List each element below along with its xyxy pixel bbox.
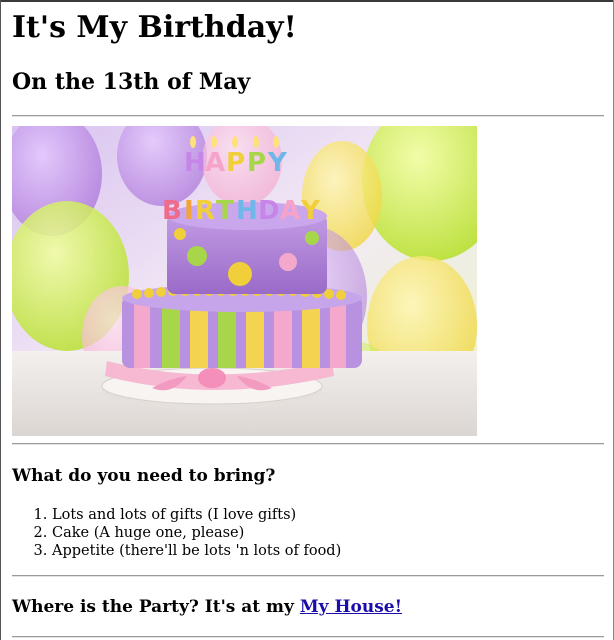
candle-letter-h: H: [184, 148, 206, 178]
divider: [12, 636, 604, 638]
candle-letter-h2: H: [236, 196, 258, 226]
birthday-cake-image: H A P P Y B I R T H D A Y: [12, 126, 477, 436]
candle-letter-t: T: [216, 196, 234, 226]
candle-letter-i: I: [184, 196, 194, 226]
location-heading: Where is the Party? It's at my My House!: [12, 597, 402, 617]
birthday-cake-illustration: H A P P Y B I R T H D A Y: [12, 126, 477, 436]
divider: [12, 443, 604, 445]
candle-letter-b: B: [162, 196, 182, 226]
page-subtitle: On the 13th of May: [12, 69, 251, 95]
divider: [12, 115, 604, 117]
candle-letter-y2: Y: [300, 196, 321, 226]
page-title: It's My Birthday!: [12, 10, 297, 45]
list-item: Lots and lots of gifts (I love gifts): [52, 506, 341, 524]
candle-letter-d: D: [258, 196, 280, 226]
window-top-edge: [0, 0, 614, 2]
divider: [12, 575, 604, 577]
location-heading-text: Where is the Party? It's at my: [12, 597, 300, 617]
list-item: Appetite (there'll be lots 'n lots of fo…: [52, 542, 341, 560]
candle-letter-y: Y: [267, 148, 288, 178]
candle-letter-r: R: [195, 196, 215, 226]
bring-heading: What do you need to bring?: [12, 466, 276, 486]
candle-letter-p: P: [226, 148, 245, 178]
window-left-edge: [0, 0, 1, 640]
candle-letter-p2: P: [247, 148, 266, 178]
my-house-link[interactable]: My House!: [300, 597, 402, 617]
candle-letter-a2: A: [280, 196, 300, 226]
candle-letter-a: A: [205, 148, 225, 178]
bring-list: Lots and lots of gifts (I love gifts) Ca…: [12, 506, 341, 560]
list-item: Cake (A huge one, please): [52, 524, 341, 542]
